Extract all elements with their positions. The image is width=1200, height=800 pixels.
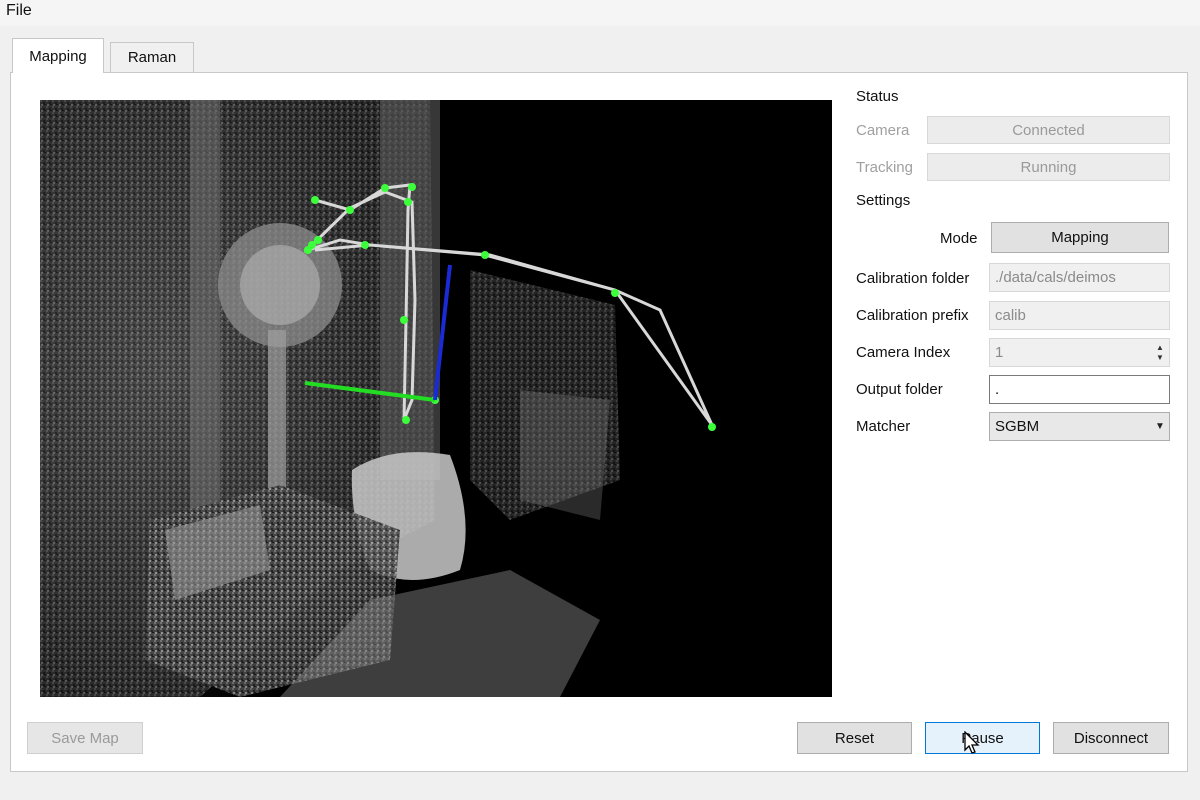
chevron-down-icon: ▼ [1155,421,1165,432]
point-cloud-viewport[interactable] [40,100,832,697]
calibration-prefix-input[interactable]: calib [989,301,1170,330]
tracking-status-button[interactable]: Running [927,153,1170,181]
keyframe-marker [346,206,354,214]
save-map-button[interactable]: Save Map [27,722,143,754]
point-cloud-canvas [40,100,716,697]
tab-raman[interactable]: Raman [110,42,194,72]
reset-button[interactable]: Reset [797,722,912,754]
output-folder-label: Output folder [856,381,943,398]
scene-pillar [190,100,220,520]
scene-fan-hub [240,245,320,325]
scene-door [380,100,440,480]
settings-section-title: Settings [856,192,911,209]
pause-button[interactable]: Pause [925,722,1040,754]
matcher-label: Matcher [856,418,911,435]
menu-bar: File [0,0,1200,26]
keyframe-marker [708,423,716,431]
tab-mapping[interactable]: Mapping [12,38,104,73]
calibration-folder-input[interactable]: ./data/cals/deimos [989,263,1170,292]
disconnect-button[interactable]: Disconnect [1053,722,1169,754]
keyframe-marker [404,198,412,206]
camera-index-value: 1 [995,344,1004,361]
camera-status-button[interactable]: Connected [927,116,1170,144]
calibration-folder-label: Calibration folder [856,270,970,287]
keyframe-marker [381,184,389,192]
keyframe-marker [481,251,489,259]
keyframe-marker [361,241,369,249]
spin-arrows-icon[interactable]: ▲ ▼ [1153,341,1167,364]
menu-file[interactable]: File [2,1,36,21]
mode-button[interactable]: Mapping [991,222,1169,253]
keyframe-marker [314,236,322,244]
keyframe-marker [611,289,619,297]
keyframe-marker [408,183,416,191]
tracking-label: Tracking [856,159,913,176]
matcher-value: SGBM [995,418,1040,435]
keyframe-marker [400,316,408,324]
mouse-cursor-icon [964,731,980,754]
matcher-select[interactable]: SGBM ▼ [989,412,1170,441]
keyframe-marker [311,196,319,204]
camera-index-spinbox[interactable]: 1 ▲ ▼ [989,338,1170,367]
keyframe-marker [304,246,312,254]
keyframe-marker [402,416,410,424]
output-folder-input[interactable]: . [989,375,1170,404]
scene-fan-stand [268,330,286,490]
calibration-prefix-label: Calibration prefix [856,307,969,324]
scene-box [520,390,610,520]
mode-label: Mode [940,230,978,247]
status-section-title: Status [856,88,899,105]
camera-index-label: Camera Index [856,344,951,361]
camera-label: Camera [856,122,910,139]
